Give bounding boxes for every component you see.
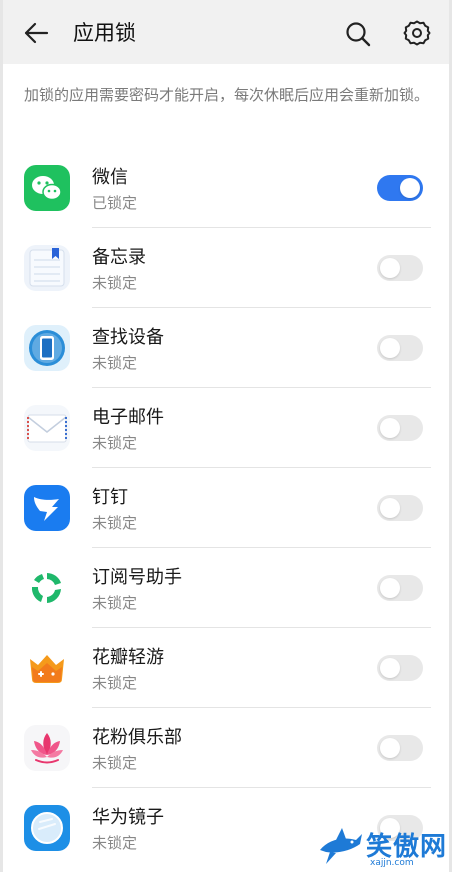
list-item-email: 电子邮件 未锁定 [3,388,449,468]
lock-status: 未锁定 [92,354,138,372]
notes-icon [24,245,70,291]
app-name: 钉钉 [92,487,128,508]
lock-toggle-find-device[interactable] [377,335,423,361]
mirror-icon [24,805,70,851]
lock-toggle-notes[interactable] [377,255,423,281]
list-item-petal-games: 花瓣轻游 未锁定 [3,628,449,708]
app-list: 微信 已锁定 备忘录 未锁定 查找设备 未锁定 电子邮件 未锁定 钉钉 未锁定 … [3,148,449,868]
wechat-icon [24,165,70,211]
lock-toggle-dingtalk[interactable] [377,495,423,521]
toggle-knob [380,258,400,278]
shark-logo-icon [320,828,362,864]
site-watermark: 笑傲网 xajjn.com [314,818,452,872]
list-item-dingtalk: 钉钉 未锁定 [3,468,449,548]
list-item-notes: 备忘录 未锁定 [3,228,449,308]
toggle-knob [380,418,400,438]
search-icon [346,22,371,47]
lock-toggle-email[interactable] [377,415,423,441]
app-name: 华为镜子 [92,807,164,828]
toggle-knob [380,578,400,598]
lock-status: 未锁定 [92,674,138,692]
toggle-knob [380,498,400,518]
list-item-find-device: 查找设备 未锁定 [3,308,449,388]
lock-status: 未锁定 [92,754,138,772]
find-device-icon [24,325,70,371]
app-lock-description: 加锁的应用需要密码才能开启，每次休眠后应用会重新加锁。 [24,86,430,104]
list-item-huafen-club: 花粉俱乐部 未锁定 [3,708,449,788]
app-name: 备忘录 [92,247,146,268]
petal-games-icon [24,645,70,691]
subscription-assistant-icon [24,565,70,611]
lock-status: 未锁定 [92,434,138,452]
back-button[interactable] [21,18,51,48]
lock-status: 未锁定 [92,274,138,292]
app-name: 电子邮件 [92,407,164,428]
dingtalk-icon [24,485,70,531]
toggle-knob [380,738,400,758]
list-item-wechat: 微信 已锁定 [3,148,449,228]
toggle-knob [400,178,420,198]
arrow-left-icon [24,22,49,44]
search-button[interactable] [344,20,372,48]
lock-status: 未锁定 [92,594,138,612]
email-icon [24,405,70,451]
app-name: 微信 [92,167,128,188]
lock-status: 已锁定 [92,194,138,212]
app-name: 花粉俱乐部 [92,727,182,748]
page-title: 应用锁 [73,21,136,45]
toggle-knob [380,658,400,678]
lock-toggle-wechat[interactable] [377,175,423,201]
list-item-subscription-assistant: 订阅号助手 未锁定 [3,548,449,628]
huafen-club-icon [24,725,70,771]
app-header: 应用锁 [3,0,449,64]
app-name: 查找设备 [92,327,164,348]
settings-button[interactable] [403,19,431,47]
app-name: 订阅号助手 [92,567,182,588]
app-name: 花瓣轻游 [92,647,164,668]
lock-status: 未锁定 [92,514,138,532]
lock-toggle-subscription-assistant[interactable] [377,575,423,601]
watermark-url: xajjn.com [370,858,414,868]
gear-icon [403,20,431,46]
lock-status: 未锁定 [92,834,138,852]
lock-toggle-petal-games[interactable] [377,655,423,681]
toggle-knob [380,338,400,358]
lock-toggle-huafen-club[interactable] [377,735,423,761]
